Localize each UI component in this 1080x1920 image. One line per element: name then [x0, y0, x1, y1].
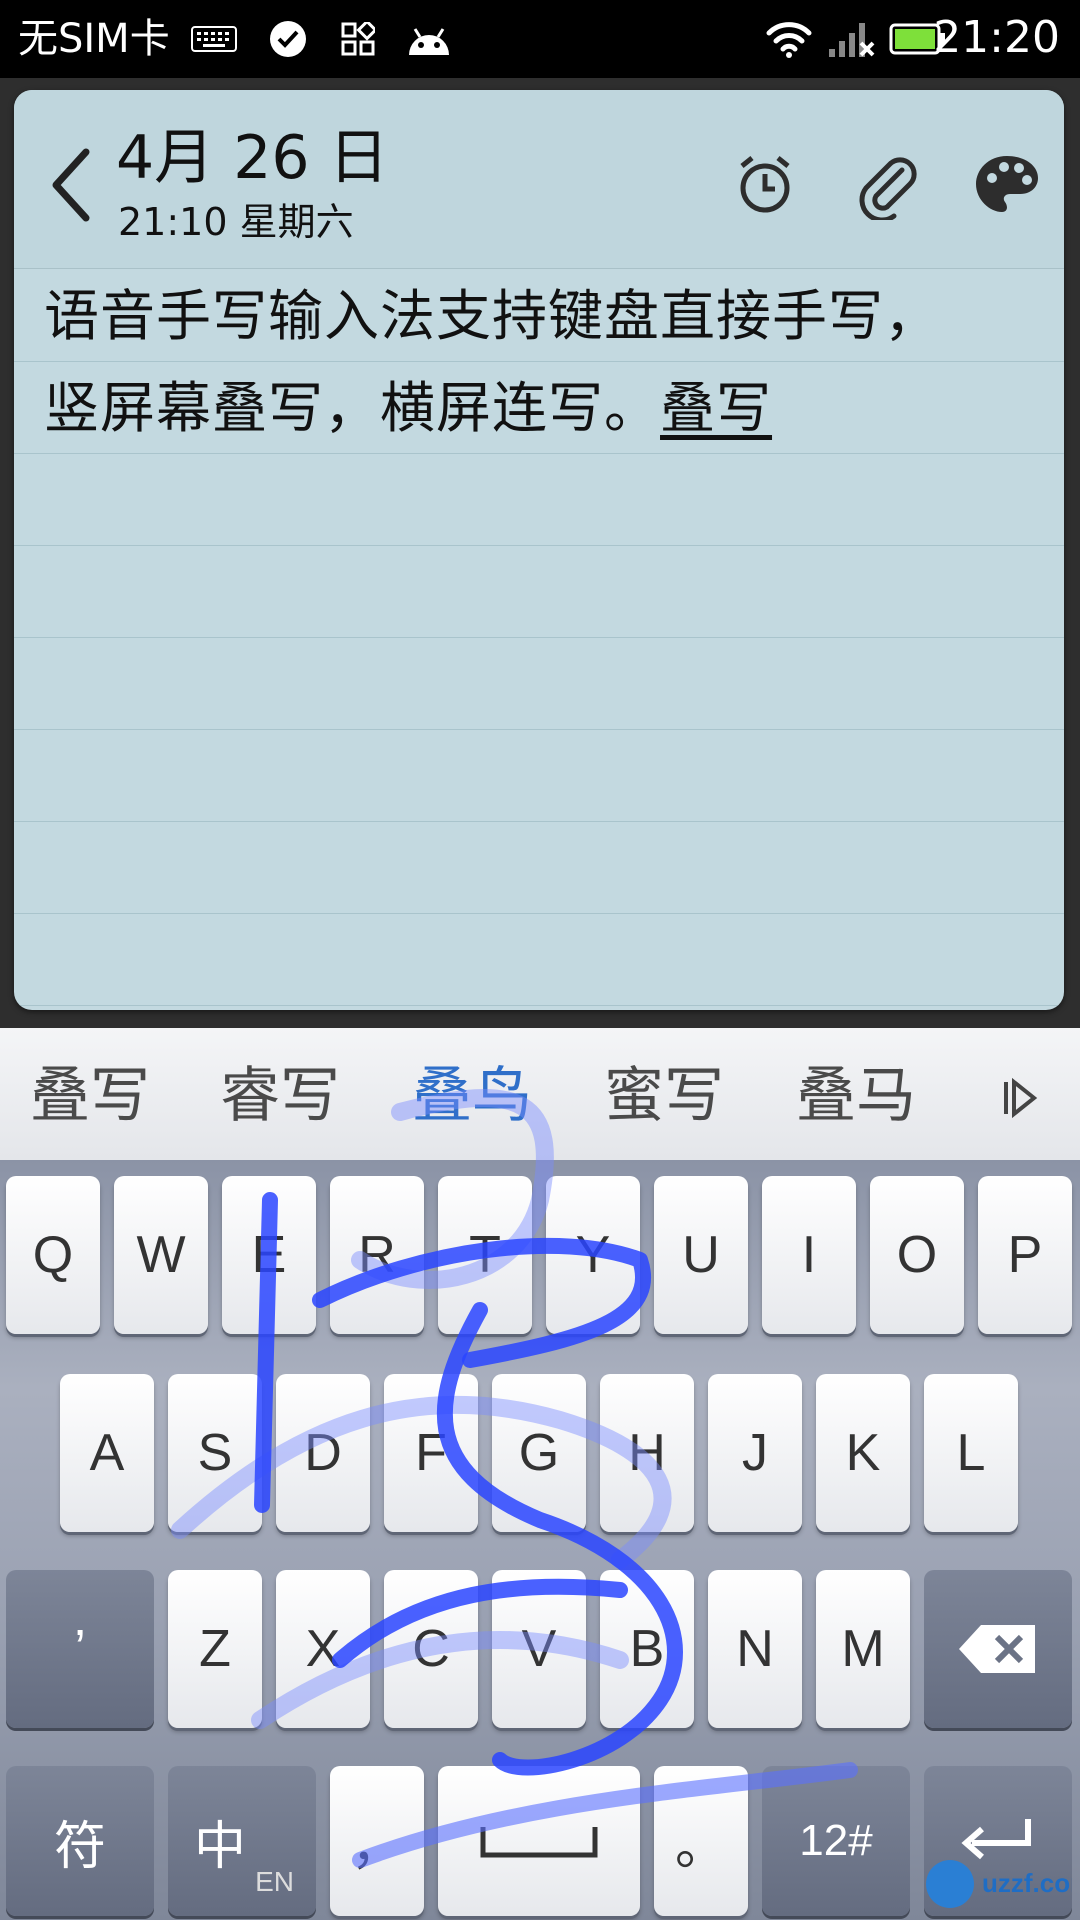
lang-sub-label: EN: [255, 1866, 294, 1897]
key-r[interactable]: R: [330, 1176, 424, 1334]
key-y[interactable]: Y: [546, 1176, 640, 1334]
signal-x-icon: [826, 16, 878, 62]
wifi-icon: [762, 16, 816, 62]
note-text-area[interactable]: 语音手写输入法支持键盘直接手写， 竖屏幕叠写，横屏连写。叠写: [14, 270, 1064, 1010]
candidate-item[interactable]: 睿写: [220, 1056, 340, 1136]
backspace-icon: [959, 1625, 1035, 1673]
key-t[interactable]: T: [438, 1176, 532, 1334]
key-j[interactable]: J: [708, 1374, 802, 1532]
back-button[interactable]: [42, 140, 102, 230]
svg-text:uzzf.com: uzzf.com: [982, 1868, 1072, 1898]
apps-icon: [338, 16, 378, 62]
key-g[interactable]: G: [492, 1374, 586, 1532]
key-m[interactable]: M: [816, 1570, 910, 1728]
key-d[interactable]: D: [276, 1374, 370, 1532]
note-date: 4月 26 日: [116, 123, 389, 193]
keyboard: Q W E R T Y U I O P A S D F G H J K L ’ …: [0, 1160, 1080, 1920]
key-i[interactable]: I: [762, 1176, 856, 1334]
uzzf-logo-icon: uzzf.com: [926, 1860, 1080, 1908]
key-n[interactable]: N: [708, 1570, 802, 1728]
note-header: 4月 26 日 21:10 星期六: [14, 90, 1064, 269]
palette-icon: [976, 156, 1038, 212]
key-c[interactable]: C: [384, 1570, 478, 1728]
key-s[interactable]: S: [168, 1374, 262, 1532]
expand-arrow-icon: [1004, 1077, 1038, 1119]
note-time-day: 21:10 星期六: [118, 200, 354, 244]
more-candidates-button[interactable]: [1000, 1068, 1040, 1128]
key-q[interactable]: Q: [6, 1176, 100, 1334]
key-z[interactable]: Z: [168, 1570, 262, 1728]
symbol-key[interactable]: 符: [6, 1766, 154, 1916]
key-k[interactable]: K: [816, 1374, 910, 1532]
space-key[interactable]: [438, 1766, 640, 1916]
key-apostrophe[interactable]: ’: [6, 1570, 154, 1728]
alarm-icon: [740, 156, 790, 213]
comma-key[interactable]: ，: [330, 1766, 424, 1916]
key-o[interactable]: O: [870, 1176, 964, 1334]
number-switch-key[interactable]: 12#: [762, 1766, 910, 1916]
key-f[interactable]: F: [384, 1374, 478, 1532]
candidate-item[interactable]: 叠马: [796, 1056, 916, 1136]
status-bar: 无SIM卡 21:20: [0, 0, 1080, 78]
chevron-left-icon: [52, 148, 90, 222]
clock: 21:20: [933, 12, 1060, 63]
key-v[interactable]: V: [492, 1570, 586, 1728]
carrier-label: 无SIM卡: [18, 16, 170, 62]
attach-button[interactable]: [850, 150, 920, 223]
key-u[interactable]: U: [654, 1176, 748, 1334]
paperclip-icon: [859, 157, 917, 223]
composing-text: 叠写: [660, 376, 773, 440]
lang-main-label: 中: [194, 1817, 247, 1876]
key-h[interactable]: H: [600, 1374, 694, 1532]
period-key[interactable]: 。: [654, 1766, 748, 1916]
note-line-2: 竖屏幕叠写，横屏连写。叠写: [44, 362, 772, 454]
key-e[interactable]: E: [222, 1176, 316, 1334]
android-icon: [404, 16, 454, 62]
key-p[interactable]: P: [978, 1176, 1072, 1334]
keyboard-icon: [190, 16, 238, 62]
theme-button[interactable]: [972, 150, 1042, 220]
candidate-item[interactable]: 叠写: [30, 1056, 150, 1136]
check-icon: [265, 16, 311, 62]
key-x[interactable]: X: [276, 1570, 370, 1728]
site-watermark: uzzf.com: [922, 1852, 1080, 1912]
candidate-bar: 叠写 睿写 叠鸟 蜜写 叠马: [0, 1028, 1080, 1160]
note-line-1: 语音手写输入法支持键盘直接手写，: [44, 284, 941, 348]
key-l[interactable]: L: [924, 1374, 1018, 1532]
note-line-2-text: 竖屏幕叠写，横屏连写。: [44, 376, 661, 440]
key-a[interactable]: A: [60, 1374, 154, 1532]
candidate-item[interactable]: 叠鸟: [412, 1056, 532, 1136]
note-card: 4月 26 日 21:10 星期六 语音手写输入法支持键盘直接手写， 竖屏幕叠写…: [14, 90, 1064, 1010]
key-w[interactable]: W: [114, 1176, 208, 1334]
space-icon: [480, 1827, 598, 1858]
candidate-item[interactable]: 蜜写: [604, 1056, 724, 1136]
key-b[interactable]: B: [600, 1570, 694, 1728]
alarm-button[interactable]: [730, 150, 800, 220]
language-switch-key[interactable]: 中 EN: [168, 1766, 316, 1916]
backspace-key[interactable]: [924, 1570, 1072, 1728]
